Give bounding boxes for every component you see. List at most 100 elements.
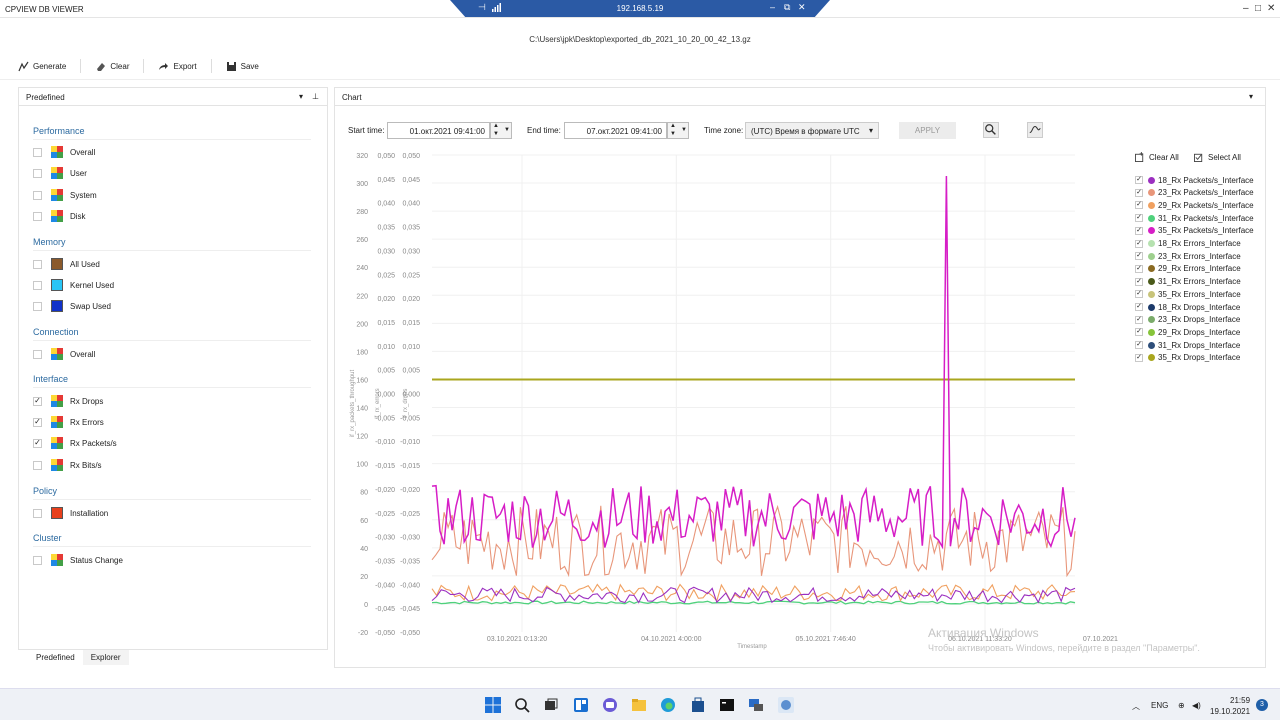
legend-item[interactable]: ✓ 31_Rx Packets/s_Interface: [1135, 212, 1254, 224]
metric-item[interactable]: Kernel Used: [33, 278, 114, 292]
legend-item[interactable]: ✓ 35_Rx Errors_Interface: [1135, 288, 1241, 300]
remote-connection-bar[interactable]: ⊣ 192.168.5.19 – ⧉ ✕: [450, 0, 830, 17]
legend-checkbox[interactable]: ✓: [1135, 290, 1143, 299]
pin-panel-icon[interactable]: ⊥: [312, 92, 319, 101]
legend-item[interactable]: ✓ 18_Rx Drops_Interface: [1135, 301, 1240, 313]
metric-item[interactable]: All Used: [33, 257, 100, 271]
chat-icon[interactable]: [602, 697, 618, 713]
legend-checkbox[interactable]: ✓: [1135, 252, 1143, 261]
close-icon[interactable]: ✕: [1267, 3, 1275, 14]
chevron-up-icon[interactable]: ︿: [1132, 701, 1140, 712]
legend-item[interactable]: ✓ 29_Rx Drops_Interface: [1135, 326, 1240, 338]
tab-explorer[interactable]: Explorer: [82, 650, 129, 665]
spin-down-icon[interactable]: ▼: [670, 131, 676, 137]
apply-button[interactable]: APPLY: [899, 122, 956, 139]
windows-start-icon[interactable]: [485, 697, 501, 713]
checkbox[interactable]: ✓: [33, 438, 42, 448]
checkbox[interactable]: [33, 147, 42, 157]
checkbox[interactable]: ✓: [33, 417, 42, 427]
checkbox[interactable]: [33, 508, 42, 518]
legend-item[interactable]: ✓ 29_Rx Errors_Interface: [1135, 263, 1241, 275]
spin-up-icon[interactable]: ▲: [670, 123, 676, 129]
metric-item[interactable]: Installation: [33, 506, 108, 520]
metric-item[interactable]: ✓ Rx Errors: [33, 415, 104, 429]
maximize-icon[interactable]: □: [1255, 3, 1261, 14]
clear-button[interactable]: Clear: [95, 61, 143, 72]
checkbox[interactable]: [33, 168, 42, 178]
metric-item[interactable]: System: [33, 188, 97, 202]
notification-badge[interactable]: 3: [1256, 699, 1268, 711]
terminal-icon[interactable]: [719, 697, 735, 713]
remote-desktop-icon[interactable]: [748, 697, 764, 713]
clock[interactable]: 21:59 19.10.2021: [1210, 695, 1250, 717]
checkbox[interactable]: ✓: [33, 396, 42, 406]
checkbox[interactable]: [33, 190, 42, 200]
legend-checkbox[interactable]: ✓: [1135, 176, 1143, 184]
legend-item[interactable]: ✓ 35_Rx Packets/s_Interface: [1135, 225, 1254, 237]
cpview-app-icon[interactable]: [778, 697, 794, 713]
network-icon[interactable]: ⊕: [1178, 701, 1185, 710]
legend-checkbox[interactable]: ✓: [1135, 328, 1143, 337]
metric-item[interactable]: Swap Used: [33, 299, 111, 313]
legend-checkbox[interactable]: ✓: [1135, 303, 1143, 311]
legend-checkbox[interactable]: ✓: [1135, 341, 1143, 350]
metric-item[interactable]: User: [33, 166, 87, 180]
time-zone-select[interactable]: (UTC) Время в формате UTC ▾: [745, 122, 879, 139]
legend-item[interactable]: ✓ 23_Rx Errors_Interface: [1135, 250, 1241, 262]
dropdown-arrow-icon[interactable]: ▾: [299, 92, 303, 101]
task-view-icon[interactable]: [543, 697, 559, 713]
chart-dropdown-arrow-icon[interactable]: ▾: [1249, 92, 1253, 101]
legend-checkbox[interactable]: ✓: [1135, 188, 1143, 197]
select-all-button[interactable]: Select All: [1194, 152, 1241, 162]
checkbox[interactable]: [33, 349, 42, 359]
start-time-input[interactable]: 01.окт.2021 09:41:00: [387, 122, 490, 139]
close-remote-icon[interactable]: ✕: [798, 2, 806, 13]
checkbox[interactable]: [33, 259, 42, 269]
metric-item[interactable]: ✓ Rx Packets/s: [33, 436, 117, 450]
legend-checkbox[interactable]: ✓: [1135, 264, 1143, 273]
legend-item[interactable]: ✓ 18_Rx Packets/s_Interface: [1135, 174, 1254, 186]
file-explorer-icon[interactable]: [631, 697, 647, 713]
spin-down-icon[interactable]: ▼: [493, 131, 499, 137]
metric-item[interactable]: ✓ Rx Drops: [33, 394, 103, 408]
legend-checkbox[interactable]: ✓: [1135, 277, 1143, 286]
generate-button[interactable]: Generate: [18, 61, 80, 72]
line-chart[interactable]: 3203002802602402202001801601401201008060…: [340, 145, 1120, 653]
legend-checkbox[interactable]: ✓: [1135, 239, 1143, 248]
checkbox[interactable]: [33, 555, 42, 565]
metric-item[interactable]: Rx Bits/s: [33, 458, 102, 472]
legend-item[interactable]: ✓ 18_Rx Errors_Interface: [1135, 238, 1241, 250]
zoom-button[interactable]: [983, 122, 999, 138]
calendar-dropdown-icon[interactable]: ▼: [681, 127, 687, 133]
start-time-spinner[interactable]: ▲ ▼ ▼: [490, 122, 512, 139]
volume-icon[interactable]: ◀): [1192, 701, 1201, 710]
restore-remote-icon[interactable]: ⧉: [784, 2, 790, 13]
metric-item[interactable]: Overall: [33, 145, 95, 159]
legend-checkbox[interactable]: ✓: [1135, 201, 1143, 210]
smooth-line-button[interactable]: [1027, 122, 1043, 138]
save-button[interactable]: Save: [226, 61, 273, 72]
legend-checkbox[interactable]: ✓: [1135, 353, 1143, 362]
spin-up-icon[interactable]: ▲: [493, 123, 499, 129]
checkbox[interactable]: [33, 211, 42, 221]
checkbox[interactable]: [33, 280, 42, 290]
export-button[interactable]: Export: [158, 61, 210, 72]
legend-item[interactable]: ✓ 23_Rx Drops_Interface: [1135, 314, 1240, 326]
language-indicator[interactable]: ENG: [1151, 701, 1168, 710]
search-icon[interactable]: [514, 697, 530, 713]
store-icon[interactable]: [690, 697, 706, 713]
clear-all-button[interactable]: Clear All: [1135, 152, 1179, 162]
legend-checkbox[interactable]: ✓: [1135, 214, 1143, 223]
edge-browser-icon[interactable]: [660, 697, 676, 713]
tab-predefined[interactable]: Predefined: [28, 650, 83, 665]
metric-item[interactable]: Disk: [33, 209, 86, 223]
legend-item[interactable]: ✓ 35_Rx Drops_Interface: [1135, 352, 1240, 364]
metric-item[interactable]: Overall: [33, 347, 95, 361]
minimize-icon[interactable]: –: [1243, 3, 1249, 14]
checkbox[interactable]: [33, 460, 42, 470]
legend-item[interactable]: ✓ 31_Rx Drops_Interface: [1135, 339, 1240, 351]
end-time-spinner[interactable]: ▲ ▼ ▼: [667, 122, 689, 139]
legend-item[interactable]: ✓ 23_Rx Packets/s_Interface: [1135, 187, 1254, 199]
legend-item[interactable]: ✓ 31_Rx Errors_Interface: [1135, 276, 1241, 288]
legend-item[interactable]: ✓ 29_Rx Packets/s_Interface: [1135, 199, 1254, 211]
